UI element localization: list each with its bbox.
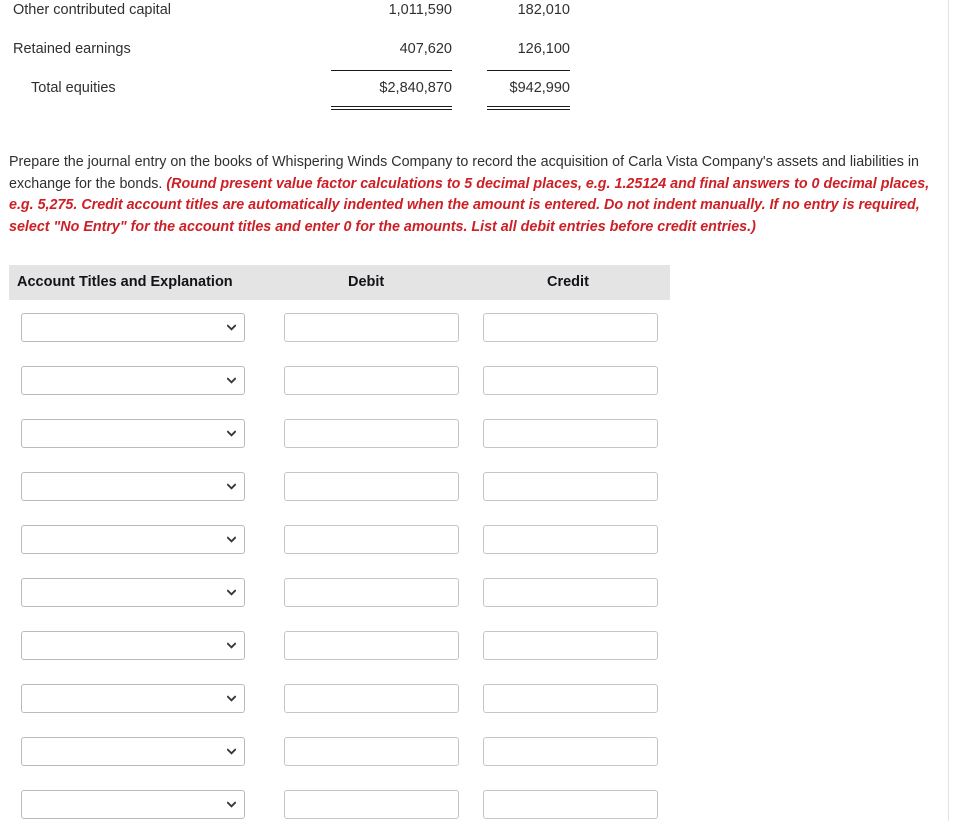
debit-amount-input[interactable] bbox=[284, 684, 459, 713]
journal-entry-row bbox=[0, 618, 700, 671]
credit-amount-input[interactable] bbox=[483, 578, 658, 607]
balance-sheet-row-amount-col1: 1,011,590 bbox=[388, 2, 452, 18]
credit-amount-input[interactable] bbox=[483, 631, 658, 660]
column-header-credit: Credit bbox=[547, 274, 589, 290]
account-title-select-box[interactable] bbox=[21, 684, 245, 713]
balance-sheet-row: Retained earnings 407,620 126,100 bbox=[0, 39, 620, 78]
credit-amount-input[interactable] bbox=[483, 366, 658, 395]
journal-entry-table-header: Account Titles and Explanation Debit Cre… bbox=[9, 265, 670, 300]
balance-sheet-total-row: Total equities $2,840,870 $942,990 bbox=[0, 78, 620, 117]
account-title-select[interactable] bbox=[21, 737, 245, 766]
subtotal-rule-col2 bbox=[487, 70, 570, 71]
account-title-select-box[interactable] bbox=[21, 472, 245, 501]
balance-sheet-fragment: Other contributed capital 1,011,590 182,… bbox=[0, 0, 620, 117]
journal-entry-row bbox=[0, 724, 700, 777]
instructions-paragraph: Prepare the journal entry on the books o… bbox=[9, 152, 944, 238]
account-title-select[interactable] bbox=[21, 631, 245, 660]
balance-sheet-row-label: Other contributed capital bbox=[13, 2, 171, 18]
credit-amount-input[interactable] bbox=[483, 472, 658, 501]
journal-entry-row bbox=[0, 300, 700, 353]
account-title-select-box[interactable] bbox=[21, 366, 245, 395]
debit-amount-input[interactable] bbox=[284, 366, 459, 395]
debit-amount-input[interactable] bbox=[284, 313, 459, 342]
total-double-rule-col1 bbox=[331, 106, 452, 110]
balance-sheet-total-label: Total equities bbox=[31, 80, 116, 96]
account-title-select-box[interactable] bbox=[21, 419, 245, 448]
credit-amount-input[interactable] bbox=[483, 313, 658, 342]
credit-amount-input[interactable] bbox=[483, 419, 658, 448]
debit-amount-input[interactable] bbox=[284, 737, 459, 766]
content-right-edge bbox=[948, 0, 949, 821]
account-title-select[interactable] bbox=[21, 472, 245, 501]
account-title-select-box[interactable] bbox=[21, 631, 245, 660]
subtotal-rule-col1 bbox=[331, 70, 452, 71]
column-header-account-titles: Account Titles and Explanation bbox=[17, 274, 233, 290]
column-header-debit: Debit bbox=[348, 274, 385, 290]
account-title-select[interactable] bbox=[21, 525, 245, 554]
page-root: Other contributed capital 1,011,590 182,… bbox=[0, 0, 963, 821]
debit-amount-input[interactable] bbox=[284, 631, 459, 660]
journal-entry-row bbox=[0, 565, 700, 618]
balance-sheet-row-amount-col2: 126,100 bbox=[517, 41, 570, 57]
account-title-select[interactable] bbox=[21, 684, 245, 713]
credit-amount-input[interactable] bbox=[483, 737, 658, 766]
balance-sheet-total-amount-col1: $2,840,870 bbox=[379, 80, 452, 96]
debit-amount-input[interactable] bbox=[284, 790, 459, 819]
account-title-select[interactable] bbox=[21, 419, 245, 448]
journal-entry-row bbox=[0, 406, 700, 459]
debit-amount-input[interactable] bbox=[284, 472, 459, 501]
account-title-select[interactable] bbox=[21, 313, 245, 342]
account-title-select-box[interactable] bbox=[21, 313, 245, 342]
credit-amount-input[interactable] bbox=[483, 790, 658, 819]
account-title-select-box[interactable] bbox=[21, 578, 245, 607]
account-title-select[interactable] bbox=[21, 790, 245, 819]
balance-sheet-row-amount-col2: 182,010 bbox=[517, 2, 570, 18]
account-title-select[interactable] bbox=[21, 578, 245, 607]
credit-amount-input[interactable] bbox=[483, 525, 658, 554]
balance-sheet-row-label: Retained earnings bbox=[13, 41, 131, 57]
balance-sheet-total-amount-col2: $942,990 bbox=[509, 80, 570, 96]
total-double-rule-col2 bbox=[487, 106, 570, 110]
debit-amount-input[interactable] bbox=[284, 578, 459, 607]
journal-entry-row bbox=[0, 671, 700, 724]
balance-sheet-row-amount-col1: 407,620 bbox=[399, 41, 452, 57]
debit-amount-input[interactable] bbox=[284, 525, 459, 554]
account-title-select-box[interactable] bbox=[21, 737, 245, 766]
journal-entry-row bbox=[0, 777, 700, 821]
account-title-select[interactable] bbox=[21, 366, 245, 395]
account-title-select-box[interactable] bbox=[21, 525, 245, 554]
account-title-select-box[interactable] bbox=[21, 790, 245, 819]
balance-sheet-row: Other contributed capital 1,011,590 182,… bbox=[0, 0, 620, 39]
journal-entry-row bbox=[0, 459, 700, 512]
debit-amount-input[interactable] bbox=[284, 419, 459, 448]
journal-entry-row bbox=[0, 512, 700, 565]
journal-entry-row bbox=[0, 353, 700, 406]
credit-amount-input[interactable] bbox=[483, 684, 658, 713]
journal-entry-table-body bbox=[0, 300, 700, 821]
